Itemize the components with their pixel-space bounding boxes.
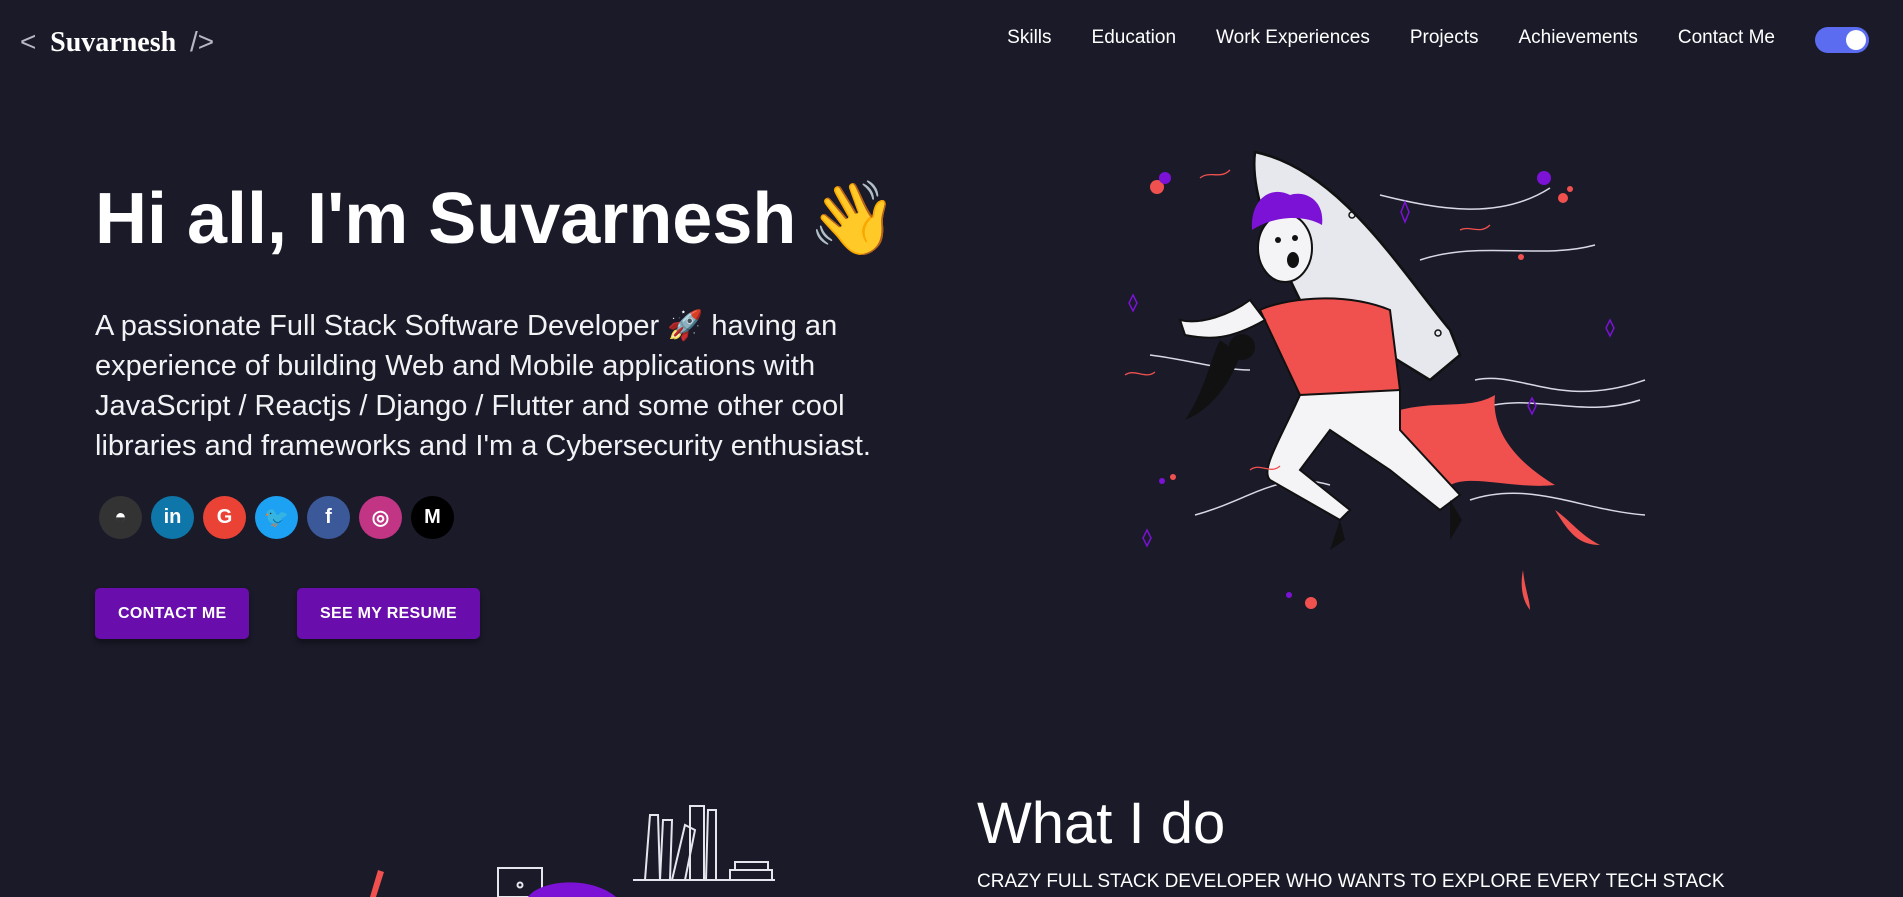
nav-contact-me[interactable]: Contact Me — [1678, 27, 1775, 49]
waving-hand-icon: 👋 — [808, 179, 899, 259]
what-i-do-title: What I do — [977, 791, 1226, 856]
medium-icon[interactable]: M — [411, 496, 454, 539]
hero-subtitle-part1: A passionate Full Stack Software Develop… — [95, 310, 660, 342]
logo[interactable]: < Suvarnesh /> — [20, 26, 214, 59]
contact-me-button[interactable]: CONTACT ME — [95, 588, 250, 639]
rocket-icon: 🚀 — [667, 310, 704, 342]
logo-open-bracket: < — [20, 26, 37, 57]
twitter-icon[interactable]: 🐦 — [255, 496, 298, 539]
facebook-icon[interactable]: f — [307, 496, 350, 539]
desk-illustration — [370, 805, 775, 897]
hero-title: Hi all, I'm Suvarnesh 👋 — [95, 176, 898, 261]
hero-title-text: Hi all, I'm Suvarnesh — [95, 179, 797, 259]
theme-toggle[interactable] — [1815, 27, 1869, 53]
github-icon[interactable]: ◓ — [99, 496, 142, 539]
rocket-illustration — [1124, 150, 1646, 610]
nav-skills[interactable]: Skills — [1007, 27, 1051, 49]
logo-name: Suvarnesh — [50, 27, 177, 58]
google-icon[interactable]: G — [203, 496, 246, 539]
site-header: < Suvarnesh /> Skills Education Work Exp… — [0, 0, 1903, 90]
instagram-icon[interactable]: ◎ — [359, 496, 402, 539]
nav-projects[interactable]: Projects — [1410, 27, 1479, 49]
linkedin-icon[interactable]: in — [151, 496, 194, 539]
nav-work-experiences[interactable]: Work Experiences — [1216, 27, 1370, 49]
main-nav: Skills Education Work Experiences Projec… — [1007, 27, 1775, 49]
social-links: ◓ in G 🐦 f ◎ M — [99, 496, 454, 539]
what-i-do-subtitle: CRAZY FULL STACK DEVELOPER WHO WANTS TO … — [977, 871, 1725, 892]
see-my-resume-button[interactable]: SEE MY RESUME — [297, 588, 480, 639]
nav-achievements[interactable]: Achievements — [1519, 27, 1638, 49]
logo-close-bracket: /> — [189, 26, 215, 57]
hero-subtitle: A passionate Full Stack Software Develop… — [95, 306, 925, 466]
nav-education[interactable]: Education — [1092, 27, 1177, 49]
toggle-knob — [1846, 30, 1866, 50]
